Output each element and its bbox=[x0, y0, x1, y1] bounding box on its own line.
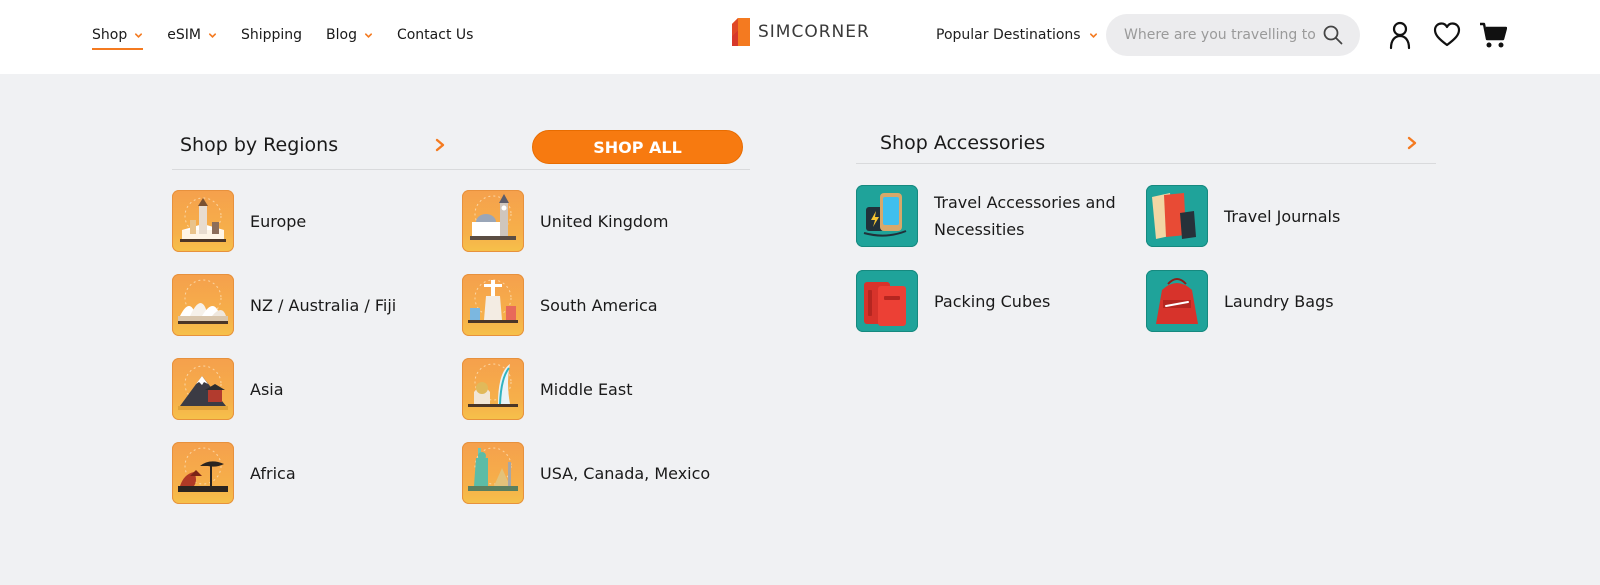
region-item-label: South America bbox=[540, 295, 658, 315]
nav-item-label: Blog bbox=[326, 27, 357, 43]
chevron-down-icon bbox=[1089, 32, 1097, 38]
nav-item-shipping[interactable]: Shipping bbox=[241, 0, 302, 70]
packing-cube-icon bbox=[856, 270, 918, 332]
region-item-europe[interactable]: Europe bbox=[172, 190, 306, 252]
accessories-title[interactable]: Shop Accessories bbox=[880, 132, 1045, 154]
cart-icon[interactable] bbox=[1479, 20, 1507, 50]
chevron-down-icon bbox=[135, 32, 143, 38]
regions-header: Shop by Regions SHOP ALL bbox=[172, 126, 750, 170]
statue-of-liberty-icon bbox=[462, 442, 524, 504]
accessory-item-label: Packing Cubes bbox=[934, 291, 1051, 311]
region-item-label: USA, Canada, Mexico bbox=[540, 463, 711, 483]
region-item-label: Asia bbox=[250, 379, 284, 399]
region-item-label: Africa bbox=[250, 463, 296, 483]
chevron-down-icon bbox=[364, 32, 372, 38]
search-box bbox=[1106, 14, 1360, 56]
region-item-label: Europe bbox=[250, 211, 307, 231]
region-item-label: NZ / Australia / Fiji bbox=[250, 295, 397, 315]
middle-east-landmarks-icon bbox=[462, 358, 524, 420]
south-america-landmarks-icon bbox=[462, 274, 524, 336]
popular-destinations-label: Popular Destinations bbox=[936, 27, 1081, 43]
region-item-label: United Kingdom bbox=[540, 211, 669, 231]
region-item-middle-east[interactable]: Middle East bbox=[462, 358, 632, 420]
nav-item-label: Contact Us bbox=[396, 27, 474, 43]
popular-destinations-menu[interactable]: Popular Destinations bbox=[936, 0, 1098, 70]
chevron-right-icon[interactable] bbox=[1406, 136, 1418, 150]
nav-item-shop[interactable]: Shop bbox=[92, 0, 144, 70]
europe-landmarks-icon bbox=[172, 190, 234, 252]
phone-charger-icon bbox=[856, 185, 918, 247]
accessory-item-label: Laundry Bags bbox=[1224, 291, 1334, 311]
accessory-item-laundry-bags[interactable]: Laundry Bags bbox=[1146, 270, 1334, 332]
nav-item-esim[interactable]: eSIM bbox=[167, 0, 217, 70]
africa-savanna-icon bbox=[172, 442, 234, 504]
journal-icon bbox=[1146, 185, 1208, 247]
region-item-africa[interactable]: Africa bbox=[172, 442, 296, 504]
chevron-right-icon[interactable] bbox=[434, 138, 446, 152]
uk-landmarks-icon bbox=[462, 190, 524, 252]
main-nav: Shop eSIM Shipping Blog Contact Us bbox=[92, 0, 497, 70]
simcorner-logo[interactable]: SIMCORNER bbox=[730, 14, 870, 50]
asia-mount-fuji-icon bbox=[172, 358, 234, 420]
search-icon[interactable] bbox=[1322, 24, 1344, 46]
sim-card-logo-icon bbox=[732, 18, 750, 46]
accessory-item-travel-journals[interactable]: Travel Journals bbox=[1146, 185, 1340, 247]
shop-all-button[interactable]: SHOP ALL bbox=[532, 130, 743, 164]
nav-item-label: eSIM bbox=[167, 27, 201, 43]
accessory-item-label: Travel Accessories and Necessities bbox=[934, 193, 1116, 239]
wishlist-heart-icon[interactable] bbox=[1433, 20, 1461, 50]
nav-item-label: Shipping bbox=[240, 27, 303, 43]
region-item-south-america[interactable]: South America bbox=[462, 274, 658, 336]
region-item-label: Middle East bbox=[540, 379, 633, 399]
region-item-nz-australia-fiji[interactable]: NZ / Australia / Fiji bbox=[172, 274, 396, 336]
search-input[interactable] bbox=[1124, 27, 1320, 43]
regions-title[interactable]: Shop by Regions bbox=[180, 134, 338, 156]
nav-item-label: Shop bbox=[92, 27, 128, 43]
nav-item-contact-us[interactable]: Contact Us bbox=[397, 0, 473, 70]
sydney-opera-house-icon bbox=[172, 274, 234, 336]
region-item-asia[interactable]: Asia bbox=[172, 358, 284, 420]
chevron-down-icon bbox=[208, 32, 216, 38]
accessories-header: Shop Accessories bbox=[856, 126, 1436, 164]
nav-item-blog[interactable]: Blog bbox=[326, 0, 373, 70]
laundry-bag-icon bbox=[1146, 270, 1208, 332]
logo-text: SIMCORNER bbox=[758, 22, 870, 42]
region-item-united-kingdom[interactable]: United Kingdom bbox=[462, 190, 668, 252]
account-icon[interactable] bbox=[1386, 20, 1414, 50]
region-item-usa-canada-mexico[interactable]: USA, Canada, Mexico bbox=[462, 442, 710, 504]
accessory-item-packing-cubes[interactable]: Packing Cubes bbox=[856, 270, 1050, 332]
site-header: Shop eSIM Shipping Blog Contact Us SIMCO… bbox=[0, 0, 1600, 74]
accessory-item-label: Travel Journals bbox=[1224, 206, 1341, 226]
accessory-item-travel-accessories[interactable]: Travel Accessories and Necessities bbox=[856, 185, 1134, 247]
